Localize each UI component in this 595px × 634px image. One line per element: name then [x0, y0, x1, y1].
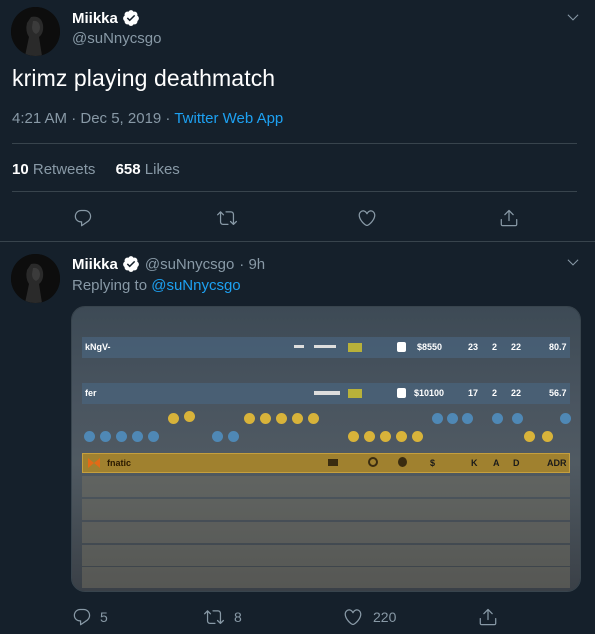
weapon-icon — [314, 391, 340, 395]
reply-author-avatar[interactable] — [11, 254, 60, 303]
replying-to: Replying to @suNnycsgo — [72, 277, 241, 294]
like-icon — [358, 210, 376, 227]
scoreboard-row-dim — [82, 476, 570, 497]
like-icon — [344, 609, 362, 626]
player-money: $10100 — [414, 388, 445, 398]
equipment-header-icon — [328, 459, 338, 466]
player-adr: 56.7 — [549, 388, 567, 398]
like-count: 220 — [373, 609, 397, 625]
player-name: kNgV- — [85, 342, 111, 352]
money-header: $ — [430, 458, 436, 468]
like-button[interactable] — [356, 207, 378, 229]
replying-to-link[interactable]: @suNnycsgo — [151, 277, 240, 294]
equipment-badge — [348, 389, 362, 398]
reply-icon — [74, 209, 92, 227]
share-button[interactable] — [498, 207, 520, 229]
reply-age[interactable]: · 9h — [239, 256, 265, 273]
player-deaths: 22 — [511, 388, 522, 398]
reply-like-button[interactable]: 220 — [343, 607, 396, 627]
scoreboard-row-dim — [82, 499, 570, 520]
divider — [12, 191, 577, 192]
player-assists: 2 — [492, 388, 498, 398]
armor-header-icon — [398, 457, 407, 467]
chevron-down-icon[interactable] — [565, 255, 581, 271]
deaths-header: D — [513, 458, 520, 468]
reply-icon — [73, 608, 91, 626]
weapon-icon — [314, 345, 336, 348]
scoreboard-row-dim — [82, 567, 570, 588]
reply-header: Miikka @suNnycsgo · 9h — [72, 255, 265, 273]
reply-author-name[interactable]: Miikka — [72, 255, 140, 273]
scoreboard-row-dim — [82, 361, 570, 382]
scoreboard-row-dim — [82, 545, 570, 566]
divider — [12, 143, 577, 144]
likes-stat[interactable]: 658 Likes — [116, 161, 180, 178]
player-kills: 17 — [468, 388, 479, 398]
scoreboard-row-dim — [82, 522, 570, 543]
retweet-button[interactable] — [216, 207, 238, 229]
scoreboard-header-row — [82, 315, 570, 336]
team-name: fnatic — [107, 458, 132, 468]
tweet-meta: 4:21 AM · Dec 5, 2019 · Twitter Web App — [12, 110, 283, 127]
divider — [0, 241, 595, 242]
verified-badge-icon — [122, 10, 139, 26]
player-kills: 23 — [468, 342, 479, 352]
assists-header: A — [493, 458, 500, 468]
reply-count: 5 — [100, 609, 108, 625]
reply-share-button[interactable] — [478, 607, 498, 632]
armor-icon — [397, 342, 406, 352]
share-icon — [500, 209, 518, 227]
reply-reply-button[interactable]: 5 — [72, 607, 108, 627]
chevron-down-icon[interactable] — [565, 10, 581, 26]
share-icon — [479, 608, 497, 626]
armor-icon — [397, 388, 406, 398]
weapon-icon — [294, 345, 304, 348]
fnatic-logo-icon — [88, 458, 100, 468]
tweet-text: krimz playing deathmatch — [12, 65, 276, 91]
meta-separator: · — [161, 110, 175, 127]
player-money: $8550 — [417, 342, 443, 352]
team-header-bar: fnatic $ K A D ADR — [82, 453, 570, 473]
author-name[interactable]: Miikka — [72, 9, 140, 28]
reply-author-handle[interactable]: @suNnycsgo — [145, 256, 234, 273]
retweets-stat[interactable]: 10 Retweets — [12, 161, 95, 178]
reply-retweet-button[interactable]: 8 — [204, 607, 242, 627]
player-name: fer — [85, 388, 97, 398]
retweet-icon — [204, 610, 224, 625]
author-handle[interactable]: @suNnycsgo — [72, 30, 161, 47]
scoreboard-row: fer $10100 17 2 22 56.7 — [82, 383, 570, 404]
tweet-timestamp[interactable]: 4:21 AM · Dec 5, 2019 — [12, 110, 161, 127]
retweet-count: 8 — [234, 609, 242, 625]
author-avatar[interactable] — [11, 7, 60, 56]
equipment-badge — [348, 343, 362, 352]
reply-button[interactable] — [72, 207, 94, 229]
verified-badge-icon — [122, 256, 139, 272]
kills-header: K — [471, 458, 478, 468]
player-assists: 2 — [492, 342, 498, 352]
crosshair-header-icon — [368, 457, 378, 467]
player-adr: 80.7 — [549, 342, 567, 352]
round-history — [72, 407, 580, 447]
tweet-source-link[interactable]: Twitter Web App — [174, 110, 283, 127]
tweet-media-image[interactable]: kNgV- $8550 23 2 22 80.7 fer $10100 17 2… — [71, 306, 581, 592]
scoreboard-screenshot: kNgV- $8550 23 2 22 80.7 fer $10100 17 2… — [72, 307, 580, 591]
retweet-icon — [217, 211, 237, 226]
player-deaths: 22 — [511, 342, 522, 352]
adr-header: ADR — [547, 458, 567, 468]
scoreboard-row: kNgV- $8550 23 2 22 80.7 — [82, 337, 570, 358]
tweet-stats: 10 Retweets 658 Likes — [12, 161, 180, 178]
